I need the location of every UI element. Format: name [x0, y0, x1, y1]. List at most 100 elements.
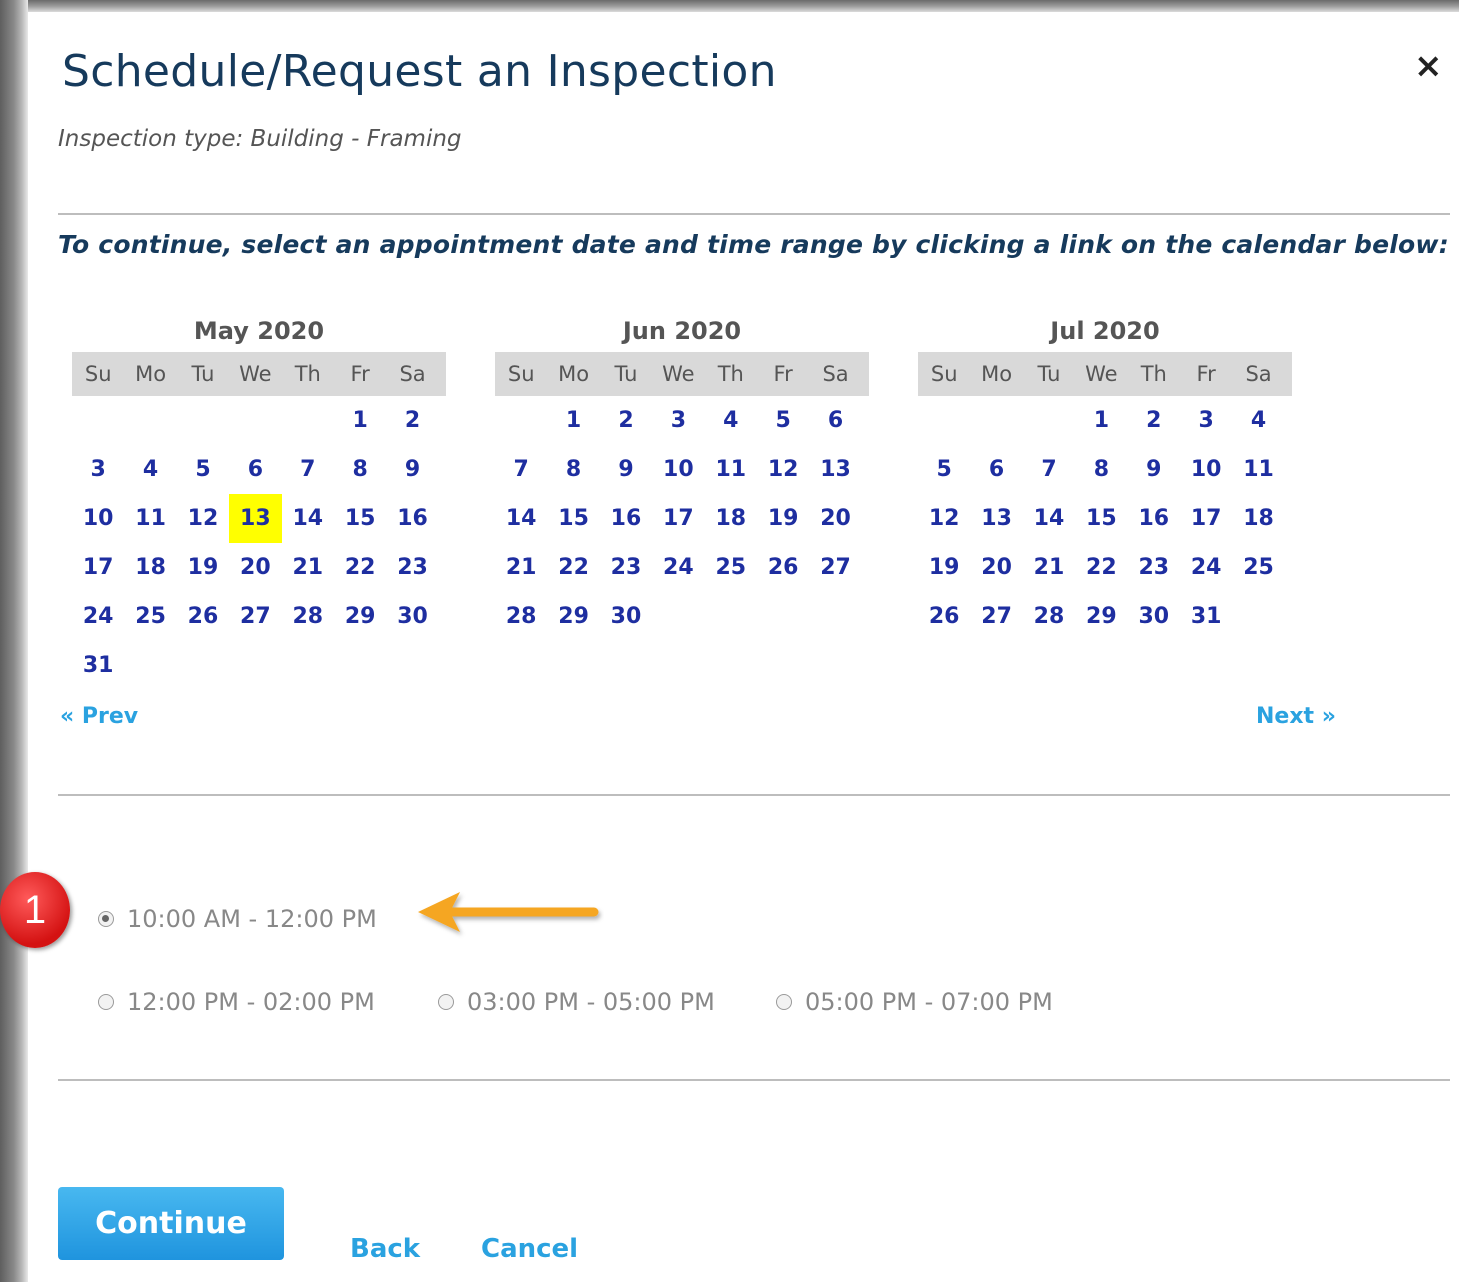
time-slot-option[interactable]: 03:00 PM - 05:00 PM — [438, 988, 715, 1016]
calendar-day-selected[interactable]: 13 — [229, 494, 282, 543]
calendar-day-link[interactable]: 2 — [600, 396, 652, 445]
calendar-day-link[interactable]: 22 — [334, 543, 386, 592]
calendar-day-link[interactable]: 19 — [918, 543, 970, 592]
calendar-day-link[interactable]: 29 — [334, 592, 386, 641]
close-icon[interactable]: × — [1414, 46, 1443, 86]
calendar-day-link[interactable]: 23 — [1128, 543, 1180, 592]
calendar-day-link[interactable]: 9 — [386, 445, 438, 494]
calendar-day-link[interactable]: 11 — [1232, 445, 1284, 494]
calendar-day-link[interactable]: 31 — [1180, 592, 1232, 641]
calendar-day-link[interactable]: 27 — [229, 592, 281, 641]
calendar-day-link[interactable]: 4 — [1232, 396, 1284, 445]
calendar-day-link[interactable]: 20 — [229, 543, 281, 592]
calendar-day-link[interactable]: 3 — [652, 396, 704, 445]
radio-button-selected[interactable] — [98, 911, 114, 927]
calendar-day-link[interactable]: 18 — [705, 494, 757, 543]
calendar-day-link[interactable]: 4 — [124, 445, 176, 494]
calendar-day-link[interactable]: 11 — [705, 445, 757, 494]
calendar-day-link[interactable]: 16 — [386, 494, 438, 543]
next-months-link[interactable]: Next » — [1256, 704, 1336, 729]
calendar-day-link[interactable]: 14 — [282, 494, 334, 543]
calendar-day-link[interactable]: 17 — [652, 494, 704, 543]
calendar-day-link[interactable]: 13 — [809, 445, 861, 494]
calendar-day-link[interactable]: 8 — [547, 445, 599, 494]
calendar-day-link[interactable]: 17 — [1180, 494, 1232, 543]
calendar-day-link[interactable]: 19 — [757, 494, 809, 543]
calendar-day-link[interactable]: 18 — [124, 543, 176, 592]
calendar-day-link[interactable]: 24 — [1180, 543, 1232, 592]
calendar-day-link[interactable]: 28 — [1023, 592, 1075, 641]
calendar-day-link[interactable]: 24 — [652, 543, 704, 592]
calendar-day-link[interactable]: 30 — [1128, 592, 1180, 641]
calendar-day-link[interactable]: 17 — [72, 543, 124, 592]
calendar-day-link[interactable]: 18 — [1232, 494, 1284, 543]
calendar-day-link[interactable]: 7 — [495, 445, 547, 494]
calendar-day-link[interactable]: 6 — [809, 396, 861, 445]
calendar-day-link[interactable]: 27 — [970, 592, 1022, 641]
time-slot-option[interactable]: 05:00 PM - 07:00 PM — [776, 988, 1053, 1016]
time-slot-option[interactable]: 10:00 AM - 12:00 PM — [98, 905, 377, 933]
calendar-day-link[interactable]: 26 — [177, 592, 229, 641]
continue-button[interactable]: Continue — [58, 1187, 284, 1260]
calendar-day-link[interactable]: 22 — [547, 543, 599, 592]
radio-button[interactable] — [438, 994, 454, 1010]
calendar-day-link[interactable]: 25 — [124, 592, 176, 641]
calendar-day-link[interactable]: 25 — [1232, 543, 1284, 592]
calendar-day-link[interactable]: 4 — [705, 396, 757, 445]
calendar-day-link[interactable]: 1 — [547, 396, 599, 445]
calendar-day-link[interactable]: 19 — [177, 543, 229, 592]
calendar-day-link[interactable]: 16 — [600, 494, 652, 543]
radio-button[interactable] — [98, 994, 114, 1010]
calendar-day-link[interactable]: 1 — [334, 396, 386, 445]
calendar-day-link[interactable]: 6 — [970, 445, 1022, 494]
calendar-day-link[interactable]: 6 — [229, 445, 281, 494]
calendar-day-link[interactable]: 10 — [652, 445, 704, 494]
calendar-day-link[interactable]: 23 — [386, 543, 438, 592]
radio-button[interactable] — [776, 994, 792, 1010]
calendar-day-link[interactable]: 26 — [757, 543, 809, 592]
calendar-day-link[interactable]: 28 — [495, 592, 547, 641]
calendar-day-link[interactable]: 15 — [547, 494, 599, 543]
calendar-day-link[interactable]: 31 — [72, 641, 124, 690]
calendar-day-link[interactable]: 9 — [1128, 445, 1180, 494]
calendar-day-link[interactable]: 15 — [334, 494, 386, 543]
calendar-day-link[interactable]: 30 — [600, 592, 652, 641]
calendar-day-link[interactable]: 14 — [495, 494, 547, 543]
calendar-day-link[interactable]: 1 — [1075, 396, 1127, 445]
calendar-day-link[interactable]: 15 — [1075, 494, 1127, 543]
calendar-day-link[interactable]: 12 — [918, 494, 970, 543]
calendar-day-link[interactable]: 8 — [334, 445, 386, 494]
calendar-day-link[interactable]: 10 — [72, 494, 124, 543]
calendar-day-link[interactable]: 2 — [1128, 396, 1180, 445]
calendar-day-link[interactable]: 20 — [809, 494, 861, 543]
calendar-day-link[interactable]: 5 — [757, 396, 809, 445]
calendar-day-link[interactable]: 14 — [1023, 494, 1075, 543]
prev-months-link[interactable]: « Prev — [60, 704, 138, 729]
calendar-day-link[interactable]: 12 — [757, 445, 809, 494]
calendar-day-link[interactable]: 28 — [282, 592, 334, 641]
calendar-day-link[interactable]: 10 — [1180, 445, 1232, 494]
time-slot-option[interactable]: 12:00 PM - 02:00 PM — [98, 988, 375, 1016]
calendar-day-link[interactable]: 9 — [600, 445, 652, 494]
calendar-day-link[interactable]: 21 — [1023, 543, 1075, 592]
calendar-day-link[interactable]: 23 — [600, 543, 652, 592]
calendar-day-link[interactable]: 21 — [495, 543, 547, 592]
calendar-day-link[interactable]: 3 — [72, 445, 124, 494]
calendar-day-link[interactable]: 16 — [1128, 494, 1180, 543]
calendar-day-link[interactable]: 29 — [547, 592, 599, 641]
calendar-day-link[interactable]: 5 — [177, 445, 229, 494]
cancel-link[interactable]: Cancel — [481, 1234, 578, 1264]
calendar-day-link[interactable]: 11 — [124, 494, 176, 543]
calendar-day-link[interactable]: 22 — [1075, 543, 1127, 592]
calendar-day-link[interactable]: 29 — [1075, 592, 1127, 641]
back-link[interactable]: Back — [350, 1234, 420, 1264]
calendar-day-link[interactable]: 7 — [282, 445, 334, 494]
calendar-day-link[interactable]: 20 — [970, 543, 1022, 592]
calendar-day-link[interactable]: 12 — [177, 494, 229, 543]
calendar-day-link[interactable]: 7 — [1023, 445, 1075, 494]
calendar-day-link[interactable]: 26 — [918, 592, 970, 641]
calendar-day-link[interactable]: 5 — [918, 445, 970, 494]
calendar-day-link[interactable]: 2 — [386, 396, 438, 445]
calendar-day-link[interactable]: 13 — [970, 494, 1022, 543]
calendar-day-link[interactable]: 8 — [1075, 445, 1127, 494]
